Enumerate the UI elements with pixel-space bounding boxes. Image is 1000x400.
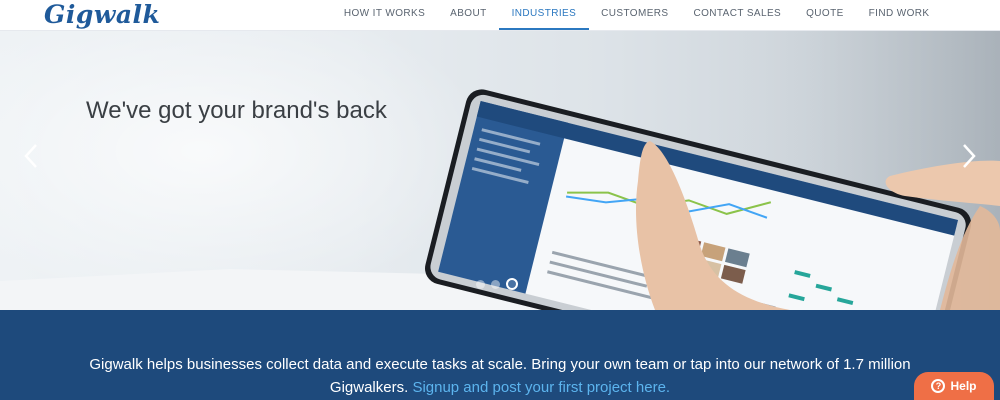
question-icon: ? bbox=[931, 379, 946, 393]
tablet-photo bbox=[0, 31, 1000, 310]
nav-customers[interactable]: CUSTOMERS bbox=[589, 0, 681, 30]
chevron-left-icon bbox=[24, 144, 37, 168]
chevron-right-icon bbox=[963, 144, 976, 168]
nav-industries[interactable]: INDUSTRIES bbox=[499, 0, 589, 30]
intro-band: Gigwalk helps businesses collect data an… bbox=[0, 310, 1000, 400]
hero-headline: We've got your brand's back bbox=[86, 97, 387, 124]
intro-text-line-1: Gigwalk helps businesses collect data an… bbox=[89, 356, 911, 373]
carousel-next-arrow[interactable] bbox=[954, 141, 982, 171]
signup-link[interactable]: Signup and post your first project here. bbox=[412, 379, 670, 396]
main-nav: HOW IT WORKS ABOUT INDUSTRIES CUSTOMERS … bbox=[331, 0, 942, 30]
nav-how-it-works[interactable]: HOW IT WORKS bbox=[331, 0, 437, 30]
nav-contact-sales[interactable]: CONTACT SALES bbox=[681, 0, 794, 30]
site-header: Gigwalk HOW IT WORKS ABOUT INDUSTRIES CU… bbox=[0, 0, 1000, 31]
carousel-indicators bbox=[476, 278, 518, 290]
carousel-dot-1[interactable] bbox=[476, 279, 485, 289]
nav-about[interactable]: ABOUT bbox=[438, 0, 499, 30]
nav-quote[interactable]: QUOTE bbox=[794, 0, 857, 30]
intro-text-line-2: Gigwalkers. bbox=[329, 379, 409, 396]
gigwalk-logo[interactable]: Gigwalk bbox=[44, 0, 160, 30]
intro-text: Gigwalk helps businesses collect data an… bbox=[0, 353, 1000, 399]
help-button[interactable]: ? Help bbox=[914, 372, 994, 400]
carousel-prev-arrow[interactable] bbox=[18, 141, 46, 171]
carousel-dot-3[interactable] bbox=[506, 278, 518, 290]
help-label: Help bbox=[950, 379, 977, 393]
carousel-dot-2[interactable] bbox=[491, 279, 500, 289]
hero-carousel: We've got your brand's back bbox=[0, 31, 1000, 310]
nav-find-work[interactable]: FIND WORK bbox=[856, 0, 942, 30]
